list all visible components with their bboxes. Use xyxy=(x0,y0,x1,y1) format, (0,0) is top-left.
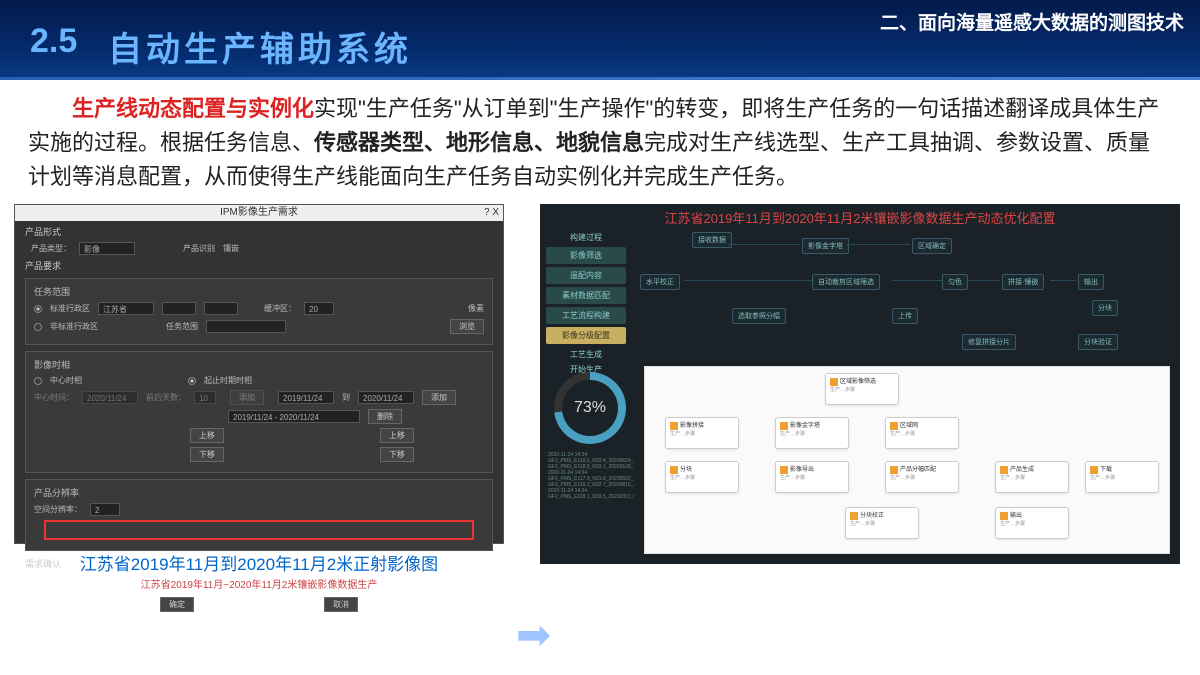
folder-icon xyxy=(780,466,788,474)
flow-sidebar: 构建过程 影像筛选 遥配内容 素材数据匹配 工艺流程构建 影像分级配置 工艺生成… xyxy=(546,232,626,377)
down-button-1[interactable]: 下移 xyxy=(190,447,224,462)
up-button-2[interactable]: 上移 xyxy=(380,428,414,443)
ipm-form-window: IPM影像生产需求? X 产品形式 产品类型：影像 产品识别镶嵌 产品要求 任务… xyxy=(14,204,504,544)
wnode-9: 下载生产…步骤 xyxy=(1085,461,1159,493)
down-button-2[interactable]: 下移 xyxy=(380,447,414,462)
folder-icon xyxy=(850,512,858,520)
node-recv: 接收数据 xyxy=(692,232,732,248)
node-out: 输出 xyxy=(1078,274,1104,290)
wnode-4: 区域网生产…步骤 xyxy=(885,417,959,449)
side-step-1[interactable]: 影像筛选 xyxy=(546,247,626,264)
node-tilev: 分块验证 xyxy=(1078,334,1118,350)
folder-icon xyxy=(830,378,838,386)
folder-icon xyxy=(780,422,788,430)
folder-icon xyxy=(890,466,898,474)
radio-nonstd-admin[interactable] xyxy=(34,323,42,331)
province-select[interactable]: 江苏省 xyxy=(98,302,154,315)
flow-panel: 江苏省2019年11月到2020年11月2米镶嵌影像数据生产动态优化配置 构建过… xyxy=(540,204,1180,564)
folder-icon xyxy=(670,422,678,430)
date-from-input[interactable]: 2019/11/24 xyxy=(278,391,334,404)
slide-header: 2.5 自动生产辅助系统 二、面向海量遥感大数据的测图技术 xyxy=(0,0,1200,80)
wnode-6: 影像导出生产…步骤 xyxy=(775,461,849,493)
folder-icon xyxy=(1090,466,1098,474)
log-output: 2020-11-24 14:34 GF2_PMS_E118.6_N32.4_20… xyxy=(548,452,634,558)
section-title: 自动生产辅助系统 xyxy=(108,22,412,71)
ok-button[interactable]: 确定 xyxy=(160,597,194,612)
progress-ring: 73% xyxy=(554,372,626,444)
side-step-4[interactable]: 工艺流程构建 xyxy=(546,307,626,324)
wnode-8: 产品生成生产…步骤 xyxy=(995,461,1069,493)
flow-title: 江苏省2019年11月到2020年11月2米镶嵌影像数据生产动态优化配置 xyxy=(540,204,1180,231)
delete-button[interactable]: 删除 xyxy=(368,409,402,424)
add-button-2[interactable]: 添加 xyxy=(422,390,456,405)
wnode-11: 输出生产…步骤 xyxy=(995,507,1069,539)
range-display: 2019/11/24 - 2020/11/24 xyxy=(228,410,360,423)
cancel-button[interactable]: 取消 xyxy=(324,597,358,612)
wnode-7: 产品分幅匹配生产…步骤 xyxy=(885,461,959,493)
wnode-2: 影像拼接生产…步骤 xyxy=(665,417,739,449)
radio-std-admin[interactable] xyxy=(34,305,42,313)
window-titlebar: IPM影像生产需求? X xyxy=(15,205,503,221)
progress-percent: 73% xyxy=(554,372,626,444)
flow-graph: 接收数据 影像金字塔 区域确定 水平校正 自动裁剪区域筛选 匀色 拼接·镶嵌 输… xyxy=(632,230,1172,360)
red-highlight-box xyxy=(44,520,474,540)
section-product-req: 产品要求 xyxy=(25,259,493,272)
wnode-10: 分块校正生产…步骤 xyxy=(845,507,919,539)
add-button-1[interactable]: 添加 xyxy=(230,390,264,405)
resolution-input[interactable]: 2 xyxy=(90,503,120,516)
figure-right: 江苏省2019年11月到2020年11月2米镶嵌影像数据生产动态优化配置 构建过… xyxy=(540,204,1180,575)
node-tile: 分块 xyxy=(1092,300,1118,316)
browse-button[interactable]: 浏览 xyxy=(450,319,484,334)
radio-range-time[interactable] xyxy=(188,377,196,385)
chapter-label: 二、面向海量遥感大数据的测图技术 xyxy=(880,8,1184,35)
lead-highlight: 生产线动态配置与实例化 xyxy=(72,96,314,121)
folder-icon xyxy=(890,422,898,430)
summary-text: 江苏省2019年11月~2020年11月2米镶嵌影像数据生产 xyxy=(15,576,503,591)
wnode-3: 影像金字塔生产…步骤 xyxy=(775,417,849,449)
figure-left: IPM影像生产需求? X 产品形式 产品类型：影像 产品识别镶嵌 产品要求 任务… xyxy=(14,204,504,575)
side-step-2[interactable]: 遥配内容 xyxy=(546,267,626,284)
section-product-form: 产品形式 xyxy=(25,225,493,238)
arrow-icon: ➡ xyxy=(516,610,551,659)
node-hcorr: 水平校正 xyxy=(640,274,680,290)
radio-center-time[interactable] xyxy=(34,377,42,385)
body-paragraph: 生产线动态配置与实例化实现"生产任务"从订单到"生产操作"的转变，即将生产任务的… xyxy=(0,80,1200,200)
side-step-5[interactable]: 影像分级配置 xyxy=(546,327,626,344)
node-fix: 修复拼接分片 xyxy=(962,334,1016,350)
node-color: 匀色 xyxy=(942,274,968,290)
folder-icon xyxy=(1000,466,1008,474)
side-step-3[interactable]: 素材数据匹配 xyxy=(546,287,626,304)
section-number: 2.5 xyxy=(30,22,77,61)
wnode-5: 分块生产…步骤 xyxy=(665,461,739,493)
buffer-input[interactable]: 20 xyxy=(304,302,334,315)
up-button-1[interactable]: 上移 xyxy=(190,428,224,443)
workflow-canvas: 区域影像筛选生产…步骤 影像拼接生产…步骤 影像金字塔生产…步骤 区域网生产…步… xyxy=(644,366,1170,554)
folder-icon xyxy=(670,466,678,474)
wnode-1: 区域影像筛选生产…步骤 xyxy=(825,373,899,405)
node-ref: 选取参照分幅 xyxy=(732,308,786,324)
node-upload: 上传 xyxy=(892,308,918,324)
node-mosaic: 拼接·镶嵌 xyxy=(1002,274,1044,290)
window-controls[interactable]: ? X xyxy=(484,205,499,221)
folder-icon xyxy=(1000,512,1008,520)
date-to-input[interactable]: 2020/11/24 xyxy=(358,391,414,404)
node-area: 区域确定 xyxy=(912,238,952,254)
node-autocut: 自动裁剪区域筛选 xyxy=(812,274,880,290)
product-type-select[interactable]: 影像 xyxy=(79,242,135,255)
node-pyr: 影像金字塔 xyxy=(802,238,849,254)
